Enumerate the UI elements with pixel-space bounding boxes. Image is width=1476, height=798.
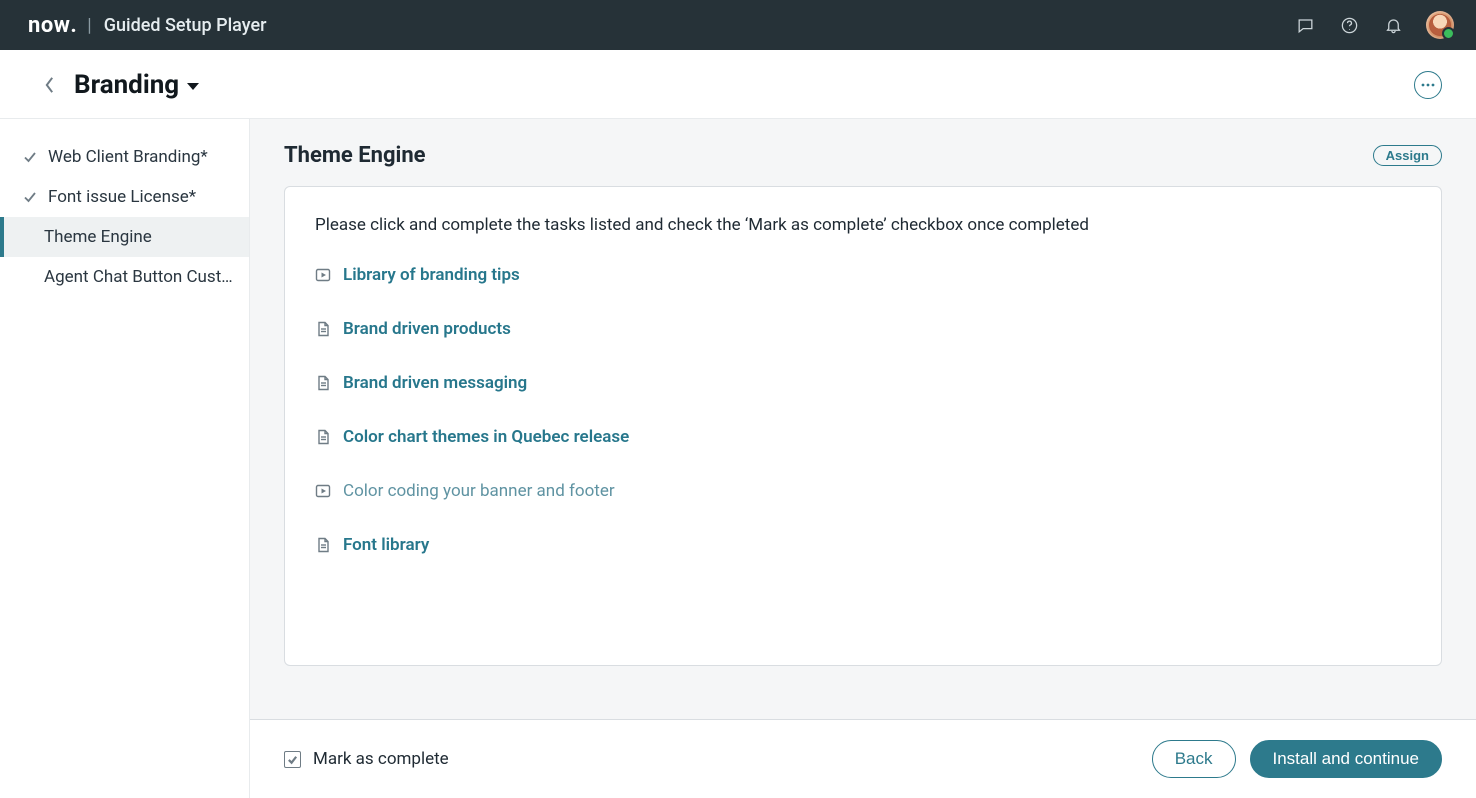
logo-text: now xyxy=(28,13,70,38)
task-link[interactable]: Brand driven products xyxy=(315,319,1411,339)
header-actions xyxy=(1294,11,1454,39)
task-link-label: Brand driven messaging xyxy=(343,373,527,393)
task-link[interactable]: Library of branding tips xyxy=(315,265,1411,285)
main: Theme Engine Assign Please click and com… xyxy=(250,119,1476,798)
task-link-label: Font library xyxy=(343,535,429,555)
logo-dot: . xyxy=(70,13,77,38)
task-link[interactable]: Color coding your banner and footer xyxy=(315,481,1411,501)
play-icon xyxy=(315,483,331,499)
check-icon xyxy=(22,189,38,205)
document-icon xyxy=(315,375,331,391)
sidebar-item[interactable]: Font issue License* xyxy=(0,177,249,217)
back-button[interactable]: Back xyxy=(1152,740,1236,778)
caret-down-icon xyxy=(187,83,199,90)
task-link[interactable]: Brand driven messaging xyxy=(315,373,1411,393)
sidebar-item-label: Theme Engine xyxy=(44,227,152,247)
sidebar: Web Client Branding* Font issue License* T… xyxy=(0,119,250,798)
mark-complete-toggle[interactable]: Mark as complete xyxy=(284,749,449,769)
document-icon xyxy=(315,429,331,445)
logo: now. xyxy=(28,13,77,38)
sidebar-item-label: Web Client Branding* xyxy=(48,147,208,167)
mark-complete-label: Mark as complete xyxy=(313,749,449,769)
app-header: now. | Guided Setup Player xyxy=(0,0,1476,50)
help-icon[interactable] xyxy=(1338,14,1360,36)
section-title: Theme Engine xyxy=(284,143,426,168)
task-link[interactable]: Font library xyxy=(315,535,1411,555)
document-icon xyxy=(315,321,331,337)
more-menu-button[interactable] xyxy=(1414,71,1442,99)
task-link-label: Color chart themes in Quebec release xyxy=(343,427,629,447)
task-intro: Please click and complete the tasks list… xyxy=(315,215,1411,235)
bell-icon[interactable] xyxy=(1382,14,1404,36)
install-continue-button[interactable]: Install and continue xyxy=(1250,740,1443,778)
header-divider: | xyxy=(87,15,91,36)
task-link-label: Brand driven products xyxy=(343,319,511,339)
checkbox-icon xyxy=(284,751,301,768)
task-link-label: Color coding your banner and footer xyxy=(343,481,615,501)
sidebar-item[interactable]: Theme Engine xyxy=(0,217,249,257)
chat-icon[interactable] xyxy=(1294,14,1316,36)
body: Web Client Branding* Font issue License* T… xyxy=(0,119,1476,798)
avatar[interactable] xyxy=(1426,11,1454,39)
document-icon xyxy=(315,537,331,553)
footer: Mark as complete Back Install and contin… xyxy=(250,719,1476,798)
task-link[interactable]: Color chart themes in Quebec release xyxy=(315,427,1411,447)
breadcrumb-dropdown[interactable]: Branding xyxy=(74,70,199,100)
assign-button[interactable]: Assign xyxy=(1373,145,1442,166)
sidebar-item-label: Font issue License* xyxy=(48,187,196,207)
sidebar-item[interactable]: Web Client Branding* xyxy=(0,137,249,177)
task-panel: Please click and complete the tasks list… xyxy=(284,186,1442,666)
sidebar-item-label: Agent Chat Button Cust… xyxy=(44,267,233,287)
check-icon xyxy=(22,149,38,165)
sidebar-item[interactable]: Agent Chat Button Cust… xyxy=(0,257,249,297)
play-icon xyxy=(315,267,331,283)
task-link-label: Library of branding tips xyxy=(343,265,520,285)
app-title: Guided Setup Player xyxy=(104,15,267,36)
back-icon[interactable] xyxy=(38,74,60,96)
sub-header: Branding xyxy=(0,50,1476,119)
page-title: Branding xyxy=(74,70,179,100)
